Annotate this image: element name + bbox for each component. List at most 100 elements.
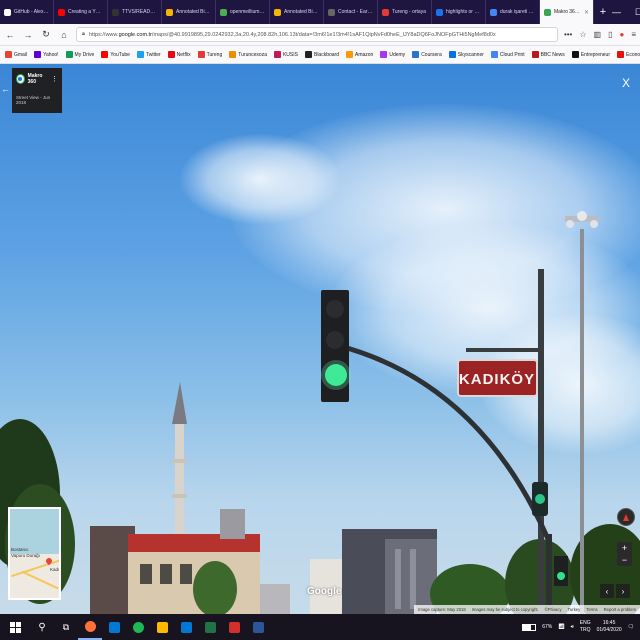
browser-tab[interactable]: GitHub - AlexeyAB xyxy=(0,0,54,24)
firefox-icon[interactable] xyxy=(78,614,102,640)
tab-label: GitHub - AlexeyAB xyxy=(14,9,49,15)
more-options-icon[interactable]: ⋮ xyxy=(51,75,58,83)
notifications-icon[interactable]: 🗨︎ xyxy=(628,624,634,630)
bookmark-favicon-icon xyxy=(273,51,281,58)
task-view-icon[interactable]: ⧉ xyxy=(54,614,78,640)
place-title[interactable]: Makro 360 xyxy=(28,73,48,85)
close-streetview-button[interactable]: X xyxy=(622,76,630,90)
next-image-button[interactable]: › xyxy=(616,584,630,598)
bookmark-star-icon[interactable]: ☆ xyxy=(579,30,586,39)
bookmark-item[interactable]: Coursera xyxy=(412,51,442,58)
bookmark-item[interactable]: KUSIS xyxy=(273,51,298,58)
reload-icon[interactable]: ↻ xyxy=(40,29,52,41)
browser-tab[interactable]: Contact - Earlybird xyxy=(324,0,378,24)
bookmark-favicon-icon xyxy=(197,51,205,58)
browser-tab[interactable]: Makro 360 - G✕ xyxy=(540,0,594,24)
bookmark-item[interactable]: Blackboard xyxy=(304,51,339,58)
bookmark-item[interactable]: Skyscanner xyxy=(448,51,484,58)
page-actions-icon[interactable]: ••• xyxy=(564,30,572,39)
library-icon[interactable]: ▥ xyxy=(594,30,602,39)
search-icon[interactable]: ⚲ xyxy=(30,614,54,640)
spotify-icon[interactable] xyxy=(126,614,150,640)
compass-icon[interactable] xyxy=(617,508,635,526)
svg-text:KADIKÖY: KADIKÖY xyxy=(459,371,535,388)
bookmark-item[interactable]: Entrepreneur xyxy=(571,51,610,58)
photos-icon[interactable] xyxy=(102,614,126,640)
battery-icon[interactable] xyxy=(522,623,537,631)
bookmark-label: Coursera xyxy=(421,51,442,58)
new-tab-button[interactable]: + xyxy=(594,0,612,24)
bookmark-item[interactable]: Amazon xyxy=(346,51,373,58)
network-icon[interactable]: 📶︎ xyxy=(558,624,564,630)
bookmark-item[interactable]: Cloud Print xyxy=(490,51,525,58)
start-button[interactable] xyxy=(0,614,30,640)
bookmark-item[interactable]: Yahoo! xyxy=(34,51,59,58)
sidebar-icon[interactable]: ▯ xyxy=(608,30,612,39)
buildings xyxy=(90,509,437,614)
map-label-vapuru: Vapuru Durağı xyxy=(11,553,40,558)
bookmark-favicon-icon xyxy=(490,51,498,58)
pdf-icon[interactable] xyxy=(222,614,246,640)
minimize-button[interactable]: — xyxy=(612,7,621,17)
excel-icon[interactable] xyxy=(198,614,222,640)
back-arrow-icon[interactable]: ← xyxy=(1,84,10,94)
attribution-item[interactable]: Turkey xyxy=(568,607,581,612)
browser-tab[interactable]: TTVS/README.m xyxy=(108,0,162,24)
input-language[interactable]: ENG TRQ xyxy=(580,620,591,634)
bookmark-item[interactable]: BBC News xyxy=(531,51,565,58)
browser-tab[interactable]: Creating a YOLOv xyxy=(54,0,108,24)
word-icon[interactable] xyxy=(246,614,270,640)
place-info-card[interactable]: Makro 360 ⋮ Street View - Jun 2018 xyxy=(12,68,62,113)
previous-image-button[interactable]: ‹ xyxy=(600,584,614,598)
forward-arrow-icon[interactable]: → xyxy=(22,29,34,41)
maximize-button[interactable]: ☐ xyxy=(635,7,640,18)
bookmark-label: YouTube xyxy=(110,51,130,58)
battery-label: 67% xyxy=(542,624,553,630)
browser-tab[interactable]: Tureng - ortaya xyxy=(378,0,432,24)
browser-tab[interactable]: durak işareti - Go xyxy=(486,0,540,24)
browser-tab[interactable]: Annotated Bibliog xyxy=(162,0,216,24)
bookmark-item[interactable]: YouTube xyxy=(101,51,130,58)
hamburger-menu-icon[interactable]: ≡ xyxy=(631,30,636,39)
tab-favicon-icon xyxy=(382,8,389,16)
clock[interactable]: 16:45 01/04/2020 xyxy=(597,620,622,634)
google-logo: Google xyxy=(307,586,342,597)
bookmark-item[interactable]: Udemy xyxy=(380,51,405,58)
bookmark-item[interactable]: Tureng xyxy=(197,51,222,58)
tab-favicon-icon xyxy=(490,8,497,16)
browser-tab[interactable]: openmeillium.ecolli xyxy=(216,0,270,24)
home-icon[interactable]: ⌂ xyxy=(58,29,70,41)
zoom-out-button[interactable]: − xyxy=(617,554,632,566)
street-view-panorama[interactable]: KADIKÖY ← X xyxy=(0,64,640,614)
bookmark-item[interactable]: Gmail xyxy=(5,51,27,58)
bookmark-item[interactable]: Twitter xyxy=(136,51,161,58)
tab-favicon-icon xyxy=(112,8,119,16)
bookmark-favicon-icon xyxy=(5,51,12,58)
bookmark-label: Amazon xyxy=(355,51,374,58)
image-nav: ‹ › xyxy=(600,584,630,598)
map-label-bostanci: Bostancı xyxy=(11,547,29,552)
navigation-toolbar: ← → ↻ ⌂ 🔒︎ https://www.google.com.tr/map… xyxy=(0,24,640,46)
browser-tab[interactable]: Annotated Bibliog xyxy=(270,0,324,24)
files-icon[interactable] xyxy=(150,614,174,640)
bookmark-item[interactable]: Netflix xyxy=(167,51,191,58)
address-bar[interactable]: 🔒︎ https://www.google.com.tr/maps/@40.99… xyxy=(76,27,558,42)
tab-close-icon[interactable]: ✕ xyxy=(584,9,589,16)
attribution-item[interactable]: Report a problem xyxy=(604,607,636,612)
volume-icon[interactable]: 🔊︎ xyxy=(571,624,574,630)
browser-tab[interactable]: highlights or high xyxy=(432,0,486,24)
attribution-item[interactable]: Terms xyxy=(586,607,597,612)
store-icon[interactable] xyxy=(174,614,198,640)
mini-map[interactable]: Bostancı Vapuru Durağı Kadı xyxy=(8,507,61,600)
extension-icon[interactable]: ● xyxy=(619,30,624,39)
attribution-item[interactable]: ©Privacy xyxy=(545,607,562,612)
bookmark-item[interactable]: Turuncesoza xyxy=(229,51,267,58)
bookmark-label: Turuncesoza xyxy=(238,51,267,58)
bookmark-favicon-icon xyxy=(229,51,237,58)
back-arrow-icon[interactable]: ← xyxy=(4,29,16,41)
bookmark-item[interactable]: Economist xyxy=(617,51,640,58)
attribution-item: Image capture: May 2018 xyxy=(418,607,466,612)
bookmark-item[interactable]: My Drive xyxy=(65,51,94,58)
zoom-control: + − xyxy=(617,542,632,566)
zoom-in-button[interactable]: + xyxy=(617,542,632,554)
